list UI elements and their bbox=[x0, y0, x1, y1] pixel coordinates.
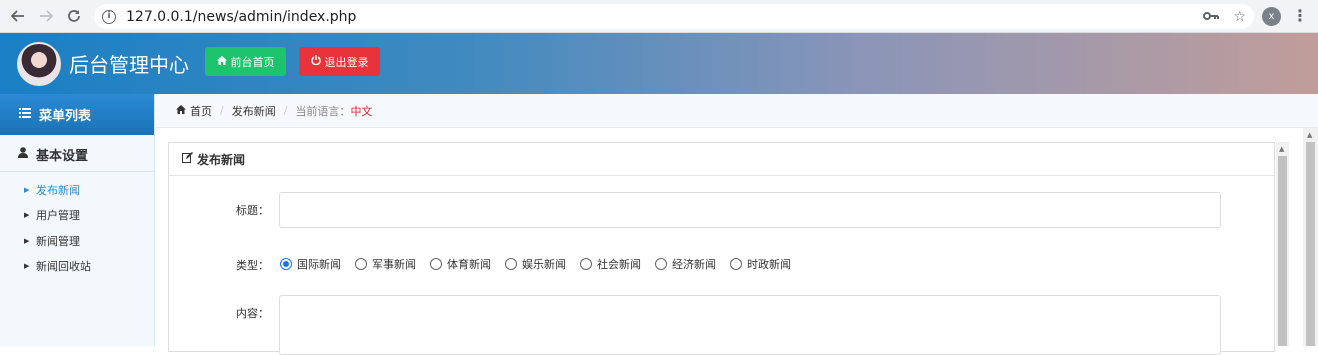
more-icon[interactable]: ⋮ bbox=[1292, 6, 1308, 26]
title-label: 标题： bbox=[236, 204, 269, 217]
caret-right-icon: ▶ bbox=[24, 211, 30, 220]
power-icon bbox=[310, 55, 321, 68]
sidebar: 菜单列表 基本设置 ▶ 发布新闻 ▶ 用户管理 ▶ 新闻管理 ▶ 新闻回收站 bbox=[0, 94, 155, 346]
radio-sports-news[interactable]: 体育新闻 bbox=[430, 256, 491, 272]
page-scrollbar[interactable]: ▲ bbox=[1303, 128, 1318, 346]
address-bar[interactable]: i 127.0.0.1/news/admin/index.php ☆ bbox=[94, 4, 1254, 29]
address-url: 127.0.0.1/news/admin/index.php bbox=[126, 8, 357, 25]
profile-avatar[interactable]: x bbox=[1262, 7, 1281, 26]
home-button-label: 前台首页 bbox=[230, 55, 275, 69]
sidebar-group-label: 基本设置 bbox=[36, 148, 89, 164]
radio-label: 时政新闻 bbox=[747, 258, 791, 271]
sidebar-item-news-management[interactable]: ▶ 新闻管理 bbox=[0, 228, 154, 254]
radio-label: 军事新闻 bbox=[372, 258, 416, 271]
radio-international-news[interactable]: 国际新闻 bbox=[280, 256, 341, 272]
title-input[interactable] bbox=[279, 192, 1221, 228]
caret-right-icon: ▶ bbox=[24, 185, 30, 194]
sidebar-item-label: 用户管理 bbox=[36, 209, 80, 223]
reload-icon[interactable] bbox=[61, 3, 87, 29]
sidebar-item-label: 新闻管理 bbox=[36, 234, 80, 248]
radio-military-news[interactable]: 军事新闻 bbox=[355, 256, 416, 272]
key-icon[interactable] bbox=[1203, 9, 1220, 25]
star-icon[interactable]: ☆ bbox=[1233, 9, 1246, 25]
user-icon bbox=[18, 146, 28, 162]
radio-society-news[interactable]: 社会新闻 bbox=[580, 256, 641, 272]
radio-button[interactable] bbox=[430, 258, 442, 270]
home-icon bbox=[216, 55, 227, 68]
radio-button[interactable] bbox=[280, 258, 292, 270]
home-icon bbox=[176, 104, 186, 117]
sidebar-item-label: 发布新闻 bbox=[36, 183, 80, 197]
language-label: 当前语言： bbox=[295, 104, 351, 118]
language-value: 中文 bbox=[350, 104, 373, 118]
app-title: 后台管理中心 bbox=[69, 53, 189, 77]
avatar bbox=[17, 42, 61, 86]
breadcrumb-separator: / bbox=[220, 104, 224, 117]
breadcrumb-current[interactable]: 发布新闻 bbox=[232, 103, 276, 119]
radio-economy-news[interactable]: 经济新闻 bbox=[655, 256, 716, 272]
radio-label: 娱乐新闻 bbox=[522, 258, 566, 271]
sidebar-item-publish-news[interactable]: ▶ 发布新闻 bbox=[0, 177, 154, 203]
publish-news-panel: 发布新闻 标题： 类型： 国际新闻 军事新闻 体育新闻 娱乐新闻 社会新闻 经济… bbox=[168, 142, 1275, 355]
sidebar-item-user-management[interactable]: ▶ 用户管理 bbox=[0, 203, 154, 229]
caret-right-icon: ▶ bbox=[24, 262, 30, 271]
radio-politics-news[interactable]: 时政新闻 bbox=[730, 256, 791, 272]
logout-button-label: 退出登录 bbox=[324, 55, 369, 69]
scroll-up-icon[interactable]: ▲ bbox=[1307, 131, 1312, 139]
edit-icon bbox=[182, 152, 193, 166]
radio-button[interactable] bbox=[505, 258, 517, 270]
panel-scrollbar[interactable]: ▲ bbox=[1276, 142, 1289, 346]
caret-right-icon: ▶ bbox=[24, 236, 30, 245]
scroll-up-icon[interactable]: ▲ bbox=[1279, 145, 1284, 153]
panel-header: 发布新闻 bbox=[169, 143, 1274, 176]
panel-title: 发布新闻 bbox=[197, 152, 246, 167]
content-label: 内容： bbox=[236, 307, 269, 320]
info-icon[interactable]: i bbox=[102, 9, 116, 24]
menu-header: 菜单列表 bbox=[0, 94, 154, 135]
radio-label: 国际新闻 bbox=[297, 258, 341, 271]
radio-button[interactable] bbox=[355, 258, 367, 270]
sidebar-item-news-recycle-bin[interactable]: ▶ 新闻回收站 bbox=[0, 254, 154, 280]
breadcrumb: 首页 / 发布新闻 / 当前语言： 中文 bbox=[156, 94, 1318, 128]
scrollbar-thumb[interactable] bbox=[1306, 142, 1315, 346]
list-icon bbox=[19, 107, 31, 122]
sidebar-group-basic-settings[interactable]: 基本设置 bbox=[0, 137, 154, 172]
radio-entertainment-news[interactable]: 娱乐新闻 bbox=[505, 256, 566, 272]
radio-button[interactable] bbox=[730, 258, 742, 270]
radio-button[interactable] bbox=[580, 258, 592, 270]
logout-button[interactable]: 退出登录 bbox=[299, 47, 380, 76]
radio-label: 经济新闻 bbox=[672, 258, 716, 271]
back-icon[interactable] bbox=[5, 3, 31, 29]
type-radio-group: 国际新闻 军事新闻 体育新闻 娱乐新闻 社会新闻 经济新闻 时政新闻 bbox=[280, 256, 805, 272]
breadcrumb-separator: / bbox=[283, 104, 288, 117]
forward-icon[interactable] bbox=[33, 3, 59, 29]
radio-label: 体育新闻 bbox=[447, 258, 491, 271]
browser-toolbar: i 127.0.0.1/news/admin/index.php ☆ x ⋮ bbox=[0, 0, 1318, 33]
content-textarea[interactable] bbox=[279, 295, 1221, 355]
scrollbar-thumb[interactable] bbox=[1278, 156, 1287, 346]
menu-title: 菜单列表 bbox=[39, 109, 92, 124]
breadcrumb-home[interactable]: 首页 bbox=[190, 103, 212, 119]
frontend-home-button[interactable]: 前台首页 bbox=[205, 47, 286, 76]
sidebar-item-label: 新闻回收站 bbox=[36, 260, 91, 274]
radio-label: 社会新闻 bbox=[597, 258, 641, 271]
type-label: 类型： bbox=[236, 259, 269, 272]
radio-button[interactable] bbox=[655, 258, 667, 270]
app-header: 后台管理中心 前台首页 退出登录 bbox=[0, 33, 1318, 94]
